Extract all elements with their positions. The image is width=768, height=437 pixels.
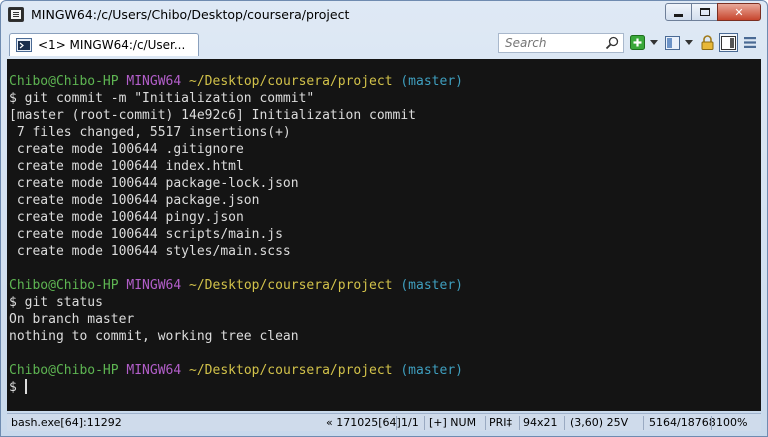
status-divider [564,416,565,430]
panel-layout-icon[interactable] [664,34,681,51]
status-size[interactable]: 94x21 [523,416,558,429]
view-toggle-icon[interactable] [719,33,738,52]
prompt-line: Chibo@Chibo-HP MINGW64 ~/Desktop/courser… [7,277,761,294]
search-input[interactable] [499,34,599,52]
maximize-icon [699,8,710,16]
prompt-path: ~/Desktop/coursera/project [189,74,393,89]
status-bar: bash.exe[64]:11292 « 171025[64] 1/1 [+] … [7,413,761,431]
close-icon: ✕ [734,5,744,19]
status-cursor-pos[interactable]: (3,60) 25V [570,416,628,429]
close-button[interactable]: ✕ [717,3,761,21]
prompt-user: Chibo@Chibo-HP [9,363,119,378]
terminal-line: nothing to commit, working tree clean [9,329,299,344]
status-build[interactable]: « 171025[64] [326,416,401,429]
terminal-line: create mode 100644 pingy.json [9,210,244,225]
console-icon [16,38,32,52]
window-title: MINGW64:/c/Users/Chibo/Desktop/coursera/… [31,7,350,22]
status-divider [485,416,486,430]
status-divider [396,416,397,430]
lock-icon[interactable] [699,34,716,51]
prompt-branch: (master) [400,278,463,293]
minimize-button[interactable] [665,3,692,21]
input-line[interactable]: $ [7,379,761,396]
prompt-line: Chibo@Chibo-HP MINGW64 ~/Desktop/courser… [7,73,761,90]
status-tab-index[interactable]: 1/1 [401,416,419,429]
terminal-line: 7 files changed, 5517 insertions(+) [9,125,291,140]
prompt-user: Chibo@Chibo-HP [9,74,119,89]
input-prompt: $ [9,380,25,395]
terminal-window-icon[interactable] [8,7,24,22]
terminal-line: create mode 100644 scripts/main.js [9,227,283,242]
terminal-line: [master (root-commit) 14e92c6] Initializ… [9,108,416,123]
prompt-host: MINGW64 [126,278,182,293]
status-buffer[interactable]: 5164/18768 [649,416,716,429]
status-divider [424,416,425,430]
maximize-button[interactable] [691,3,718,21]
prompt-path: ~/Desktop/coursera/project [189,363,393,378]
status-divider [643,416,644,430]
tab-console-1[interactable]: <1> MINGW64:/c/User... [9,33,199,56]
terminal-output[interactable]: Chibo@Chibo-HP MINGW64 ~/Desktop/courser… [7,59,761,411]
search-icon[interactable] [605,36,619,50]
status-process[interactable]: bash.exe[64]:11292 [11,416,122,429]
panel-dropdown-icon[interactable] [685,40,693,45]
toolbar: <1> MINGW64:/c/User... [7,31,761,58]
prompt-branch: (master) [400,74,463,89]
window-controls: ✕ [665,3,761,21]
status-divider [711,416,712,430]
prompt-branch: (master) [400,363,463,378]
terminal-line: create mode 100644 package-lock.json [9,176,299,191]
prompt-path: ~/Desktop/coursera/project [189,278,393,293]
status-priority[interactable]: PRI‡ [489,416,512,429]
terminal-line: On branch master [9,312,135,327]
add-console-dropdown-icon[interactable] [650,40,658,45]
text-cursor [24,379,27,394]
prompt-host: MINGW64 [126,74,182,89]
search-box[interactable] [498,33,624,53]
console-window: MINGW64:/c/Users/Chibo/Desktop/coursera/… [0,0,768,437]
menu-icon[interactable] [741,34,758,51]
terminal-line: create mode 100644 package.json [9,193,260,208]
prompt-line: Chibo@Chibo-HP MINGW64 ~/Desktop/courser… [7,362,761,379]
terminal-line: create mode 100644 .gitignore [9,142,244,157]
status-zoom[interactable]: 100% [716,416,747,429]
terminal-line: create mode 100644 styles/main.scss [9,244,291,259]
prompt-host: MINGW64 [126,363,182,378]
terminal-line: $ git status [9,295,103,310]
minimize-icon [674,13,683,17]
add-console-icon[interactable] [629,34,646,51]
title-bar[interactable]: MINGW64:/c/Users/Chibo/Desktop/coursera/… [1,1,767,29]
status-divider [519,416,520,430]
tab-label: <1> MINGW64:/c/User... [38,38,186,52]
status-modifiers[interactable]: [+] NUM [429,416,476,429]
terminal-line: $ git commit -m "Initialization commit" [9,91,315,106]
terminal-line: create mode 100644 index.html [9,159,244,174]
prompt-user: Chibo@Chibo-HP [9,278,119,293]
